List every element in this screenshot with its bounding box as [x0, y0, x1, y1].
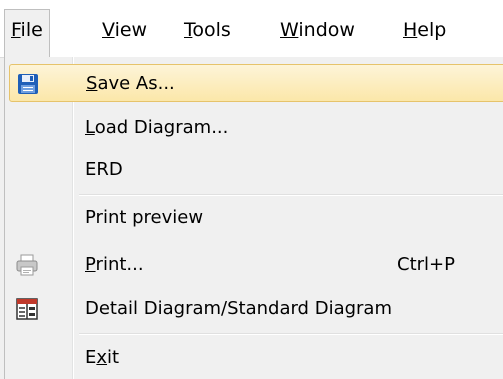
application-window: File View Tools Window Help Save As... L… — [0, 0, 503, 379]
floppy-disk-icon — [16, 72, 40, 96]
menu-separator — [79, 333, 503, 335]
menu-item-save-as[interactable]: Save As... — [9, 64, 503, 102]
menu-item-print-preview[interactable]: Print preview — [5, 199, 503, 237]
menu-file[interactable]: File — [4, 9, 50, 58]
diagram-toggle-icon — [15, 297, 39, 321]
load-diagram-mnemonic: L — [85, 117, 95, 138]
print-text: rint... — [95, 254, 144, 275]
exit-mnemonic: x — [96, 347, 108, 368]
menu-item-detail-diagram[interactable]: Detail Diagram/Standard Diagram — [5, 290, 503, 328]
menu-tools-label: ools — [192, 19, 231, 41]
menu-window[interactable]: Window — [274, 10, 361, 50]
menu-view-label: iew — [114, 19, 148, 41]
menu-item-load-diagram[interactable]: Load Diagram... — [5, 109, 503, 147]
menu-item-save-as-label: Save As... — [86, 65, 175, 103]
menu-item-erd[interactable]: ERD — [5, 151, 503, 189]
menu-item-detail-diagram-label: Detail Diagram/Standard Diagram — [85, 298, 392, 319]
menu-help[interactable]: Help — [397, 10, 452, 50]
menu-window-label: indow — [298, 19, 355, 41]
load-diagram-text: oad Diagram... — [94, 117, 229, 138]
file-menu-dropdown: Save As... Load Diagram... ERD Print pre… — [4, 57, 503, 379]
menu-view[interactable]: View — [96, 10, 153, 50]
menu-item-erd-label: ERD — [85, 159, 123, 180]
menu-file-label: ile — [20, 19, 43, 41]
exit-prefix: E — [85, 347, 97, 368]
menu-item-print-preview-label: Print preview — [85, 207, 204, 228]
menu-item-exit-label: Exit — [85, 339, 119, 377]
menu-view-mnemonic: V — [102, 19, 115, 41]
save-as-mnemonic: S — [86, 73, 98, 94]
menu-item-print-label: Print... — [85, 246, 144, 284]
menu-item-exit[interactable]: Exit — [5, 339, 503, 377]
menu-item-print[interactable]: Print... Ctrl+P — [5, 246, 503, 284]
print-shortcut: Ctrl+P — [397, 254, 455, 275]
menu-item-load-diagram-label: Load Diagram... — [85, 109, 228, 147]
menu-window-mnemonic: W — [280, 19, 299, 41]
menu-tools[interactable]: Tools — [178, 10, 237, 50]
menu-help-mnemonic: H — [403, 19, 418, 41]
save-as-text: ave As... — [97, 73, 175, 94]
menu-help-label: elp — [417, 19, 447, 41]
printer-icon — [15, 253, 39, 277]
menu-bar: File View Tools Window Help — [0, 0, 503, 58]
print-mnemonic: P — [85, 254, 96, 275]
exit-text: it — [107, 347, 120, 368]
menu-separator — [79, 194, 503, 196]
menu-file-mnemonic: F — [11, 19, 21, 41]
